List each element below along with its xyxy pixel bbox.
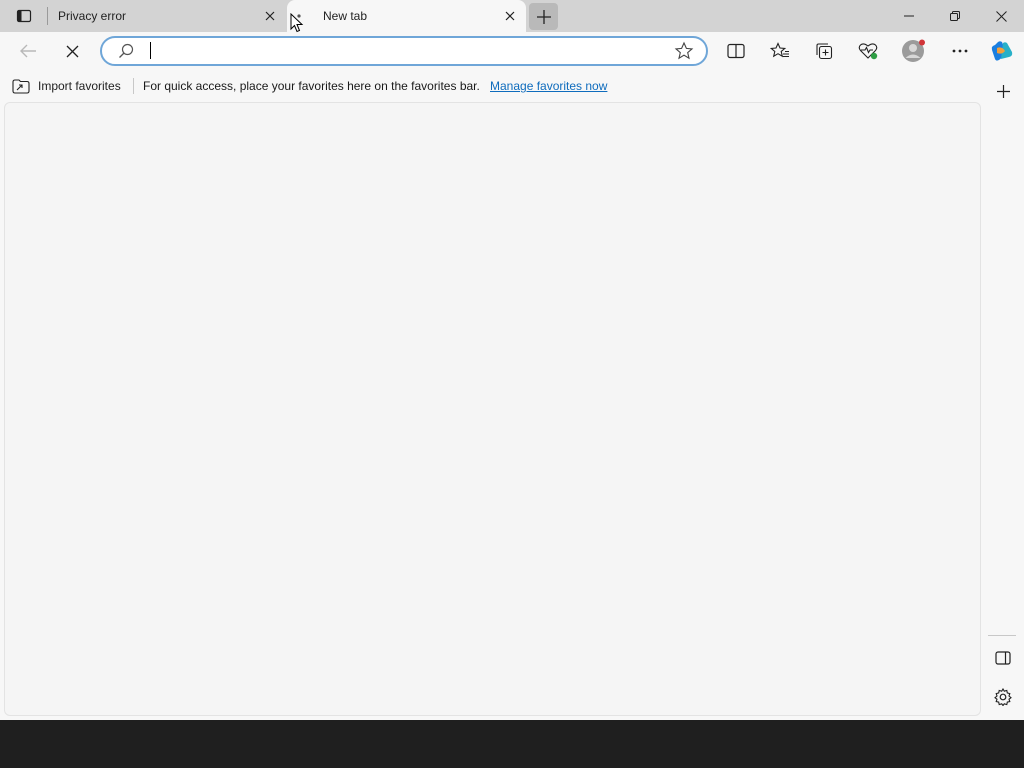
search-icon	[119, 43, 134, 58]
favorites-separator	[133, 78, 134, 94]
address-bar[interactable]	[100, 36, 708, 66]
favorites-icon	[770, 42, 789, 58]
sidebar-settings-button[interactable]	[990, 684, 1016, 710]
gear-icon	[994, 688, 1012, 706]
close-icon	[995, 10, 1007, 22]
mouse-cursor-icon	[290, 13, 304, 33]
title-bar: Privacy error New tab	[0, 0, 1024, 32]
new-tab-button[interactable]	[529, 3, 558, 30]
split-screen-button[interactable]	[720, 36, 752, 66]
manage-favorites-link[interactable]: Manage favorites now	[490, 79, 607, 93]
close-icon	[66, 45, 78, 57]
close-icon	[265, 11, 275, 21]
tab-actions-icon	[16, 9, 32, 23]
sidebar-icon	[995, 651, 1011, 665]
tab-actions-button[interactable]	[8, 4, 40, 28]
text-caret	[150, 42, 151, 59]
taskbar	[0, 720, 1024, 768]
tab-close-button[interactable]	[502, 8, 518, 24]
minimize-icon	[904, 15, 914, 17]
profile-button[interactable]	[898, 36, 930, 66]
star-icon[interactable]	[674, 41, 694, 61]
import-favorites-icon	[12, 79, 30, 94]
page-content	[4, 102, 981, 716]
close-window-button[interactable]	[978, 0, 1024, 32]
hide-sidebar-button[interactable]	[990, 645, 1016, 671]
sidebar-add-button[interactable]	[990, 78, 1016, 104]
browser-window: Privacy error New tab Import favorites F…	[0, 0, 1024, 720]
split-screen-icon	[727, 43, 745, 59]
copilot-icon	[991, 41, 1013, 61]
copilot-button[interactable]	[986, 36, 1018, 66]
tab-new-tab[interactable]: New tab	[287, 0, 526, 32]
edge-sidebar	[982, 70, 1024, 720]
favorites-bar: Import favorites For quick access, place…	[0, 70, 1024, 102]
tab-title: New tab	[323, 9, 368, 23]
favorites-bar-message: For quick access, place your favorites h…	[143, 79, 480, 93]
sidebar-separator	[988, 635, 1016, 636]
restore-button[interactable]	[932, 0, 978, 32]
import-favorites-label: Import favorites	[38, 79, 121, 93]
ellipsis-icon	[952, 49, 968, 53]
close-icon	[505, 11, 515, 21]
avatar-icon	[902, 39, 925, 62]
back-arrow-icon	[20, 44, 36, 58]
tab-privacy-error[interactable]: Privacy error	[48, 0, 286, 32]
collections-button[interactable]	[808, 36, 840, 66]
import-favorites-button[interactable]: Import favorites	[12, 78, 121, 94]
collections-icon	[816, 43, 833, 60]
favorites-button[interactable]	[764, 36, 796, 66]
plus-icon	[536, 9, 551, 24]
browser-essentials-button[interactable]	[852, 36, 884, 66]
navigation-toolbar	[0, 32, 1024, 70]
back-button[interactable]	[12, 36, 44, 66]
tab-title: Privacy error	[58, 9, 127, 23]
more-options-button[interactable]	[944, 36, 976, 66]
heart-pulse-icon	[858, 43, 878, 60]
minimize-button[interactable]	[886, 0, 932, 32]
stop-loading-button[interactable]	[56, 36, 88, 66]
plus-icon	[996, 84, 1010, 98]
restore-icon	[950, 11, 960, 21]
tab-close-button[interactable]	[262, 8, 278, 24]
address-input[interactable]	[146, 41, 666, 61]
